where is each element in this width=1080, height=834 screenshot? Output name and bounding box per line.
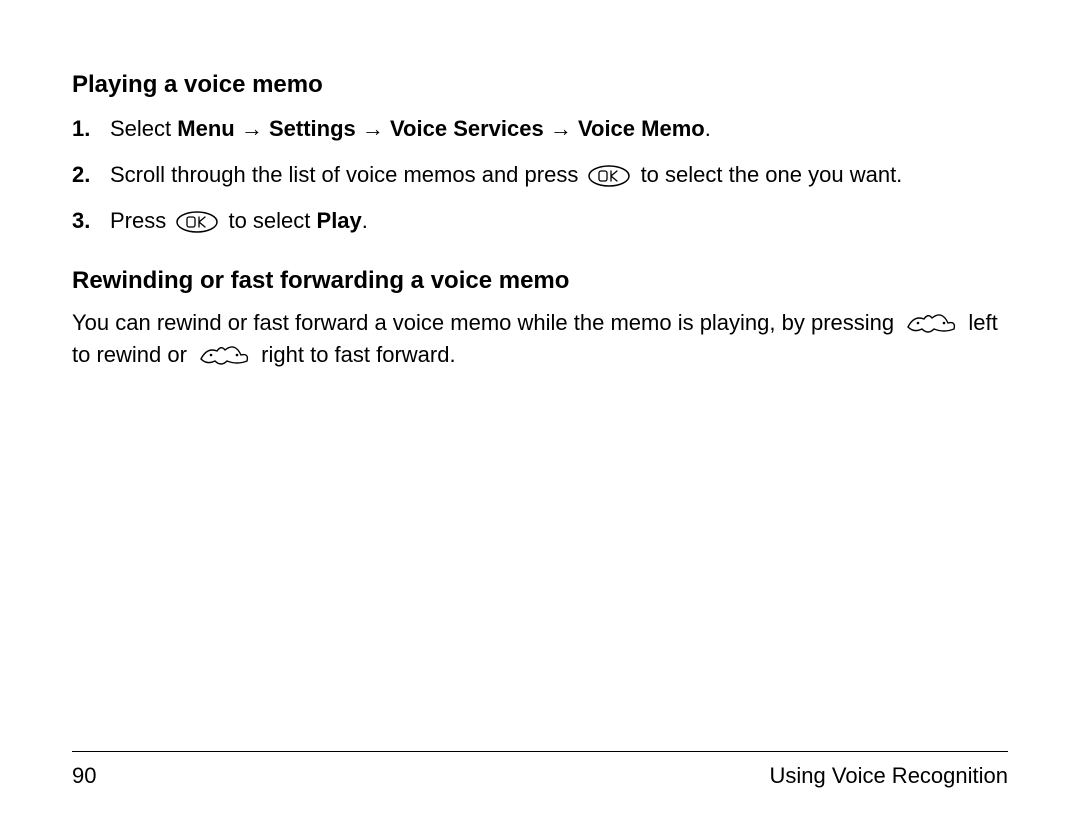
rewind-pre: You can rewind or fast forward a voice m… — [72, 310, 900, 335]
rewind-paragraph: You can rewind or fast forward a voice m… — [72, 307, 1008, 371]
nav-pad-icon — [197, 343, 251, 367]
step-2: Scroll through the list of voice memos a… — [72, 159, 1008, 191]
step3-play: Play — [317, 208, 362, 233]
nav-voice-memo: Voice Memo — [578, 116, 705, 141]
nav-menu: Menu — [177, 116, 234, 141]
step1-pre: Select — [110, 116, 177, 141]
arrow-icon: → — [550, 116, 572, 141]
heading-playing: Playing a voice memo — [72, 68, 1008, 103]
step-3: Press to select Play. — [72, 205, 1008, 237]
step3-pre: Press — [110, 208, 172, 233]
playing-steps: Select Menu → Settings → Voice Services … — [72, 113, 1008, 237]
nav-settings: Settings — [269, 116, 356, 141]
chapter-title: Using Voice Recognition — [770, 760, 1008, 792]
page-footer: 90 Using Voice Recognition — [72, 751, 1008, 792]
page-number: 90 — [72, 760, 96, 792]
section-playing: Playing a voice memo Select Menu → Setti… — [72, 68, 1008, 236]
rewind-post: right to fast forward. — [255, 342, 456, 367]
footer-divider — [72, 751, 1008, 752]
nav-voice-services: Voice Services — [390, 116, 544, 141]
step-1: Select Menu → Settings → Voice Services … — [72, 113, 1008, 145]
ok-button-icon — [588, 164, 630, 186]
ok-button-icon — [176, 210, 218, 232]
arrow-icon: → — [362, 116, 384, 141]
nav-pad-icon — [904, 311, 958, 335]
arrow-icon: → — [241, 116, 263, 141]
step3-mid: to select — [222, 208, 316, 233]
step3-period: . — [362, 208, 368, 233]
step1-period: . — [705, 116, 711, 141]
section-rewind: Rewinding or fast forwarding a voice mem… — [72, 264, 1008, 371]
step2-post: to select the one you want. — [634, 162, 902, 187]
heading-rewind: Rewinding or fast forwarding a voice mem… — [72, 264, 1008, 299]
step2-pre: Scroll through the list of voice memos a… — [110, 162, 584, 187]
